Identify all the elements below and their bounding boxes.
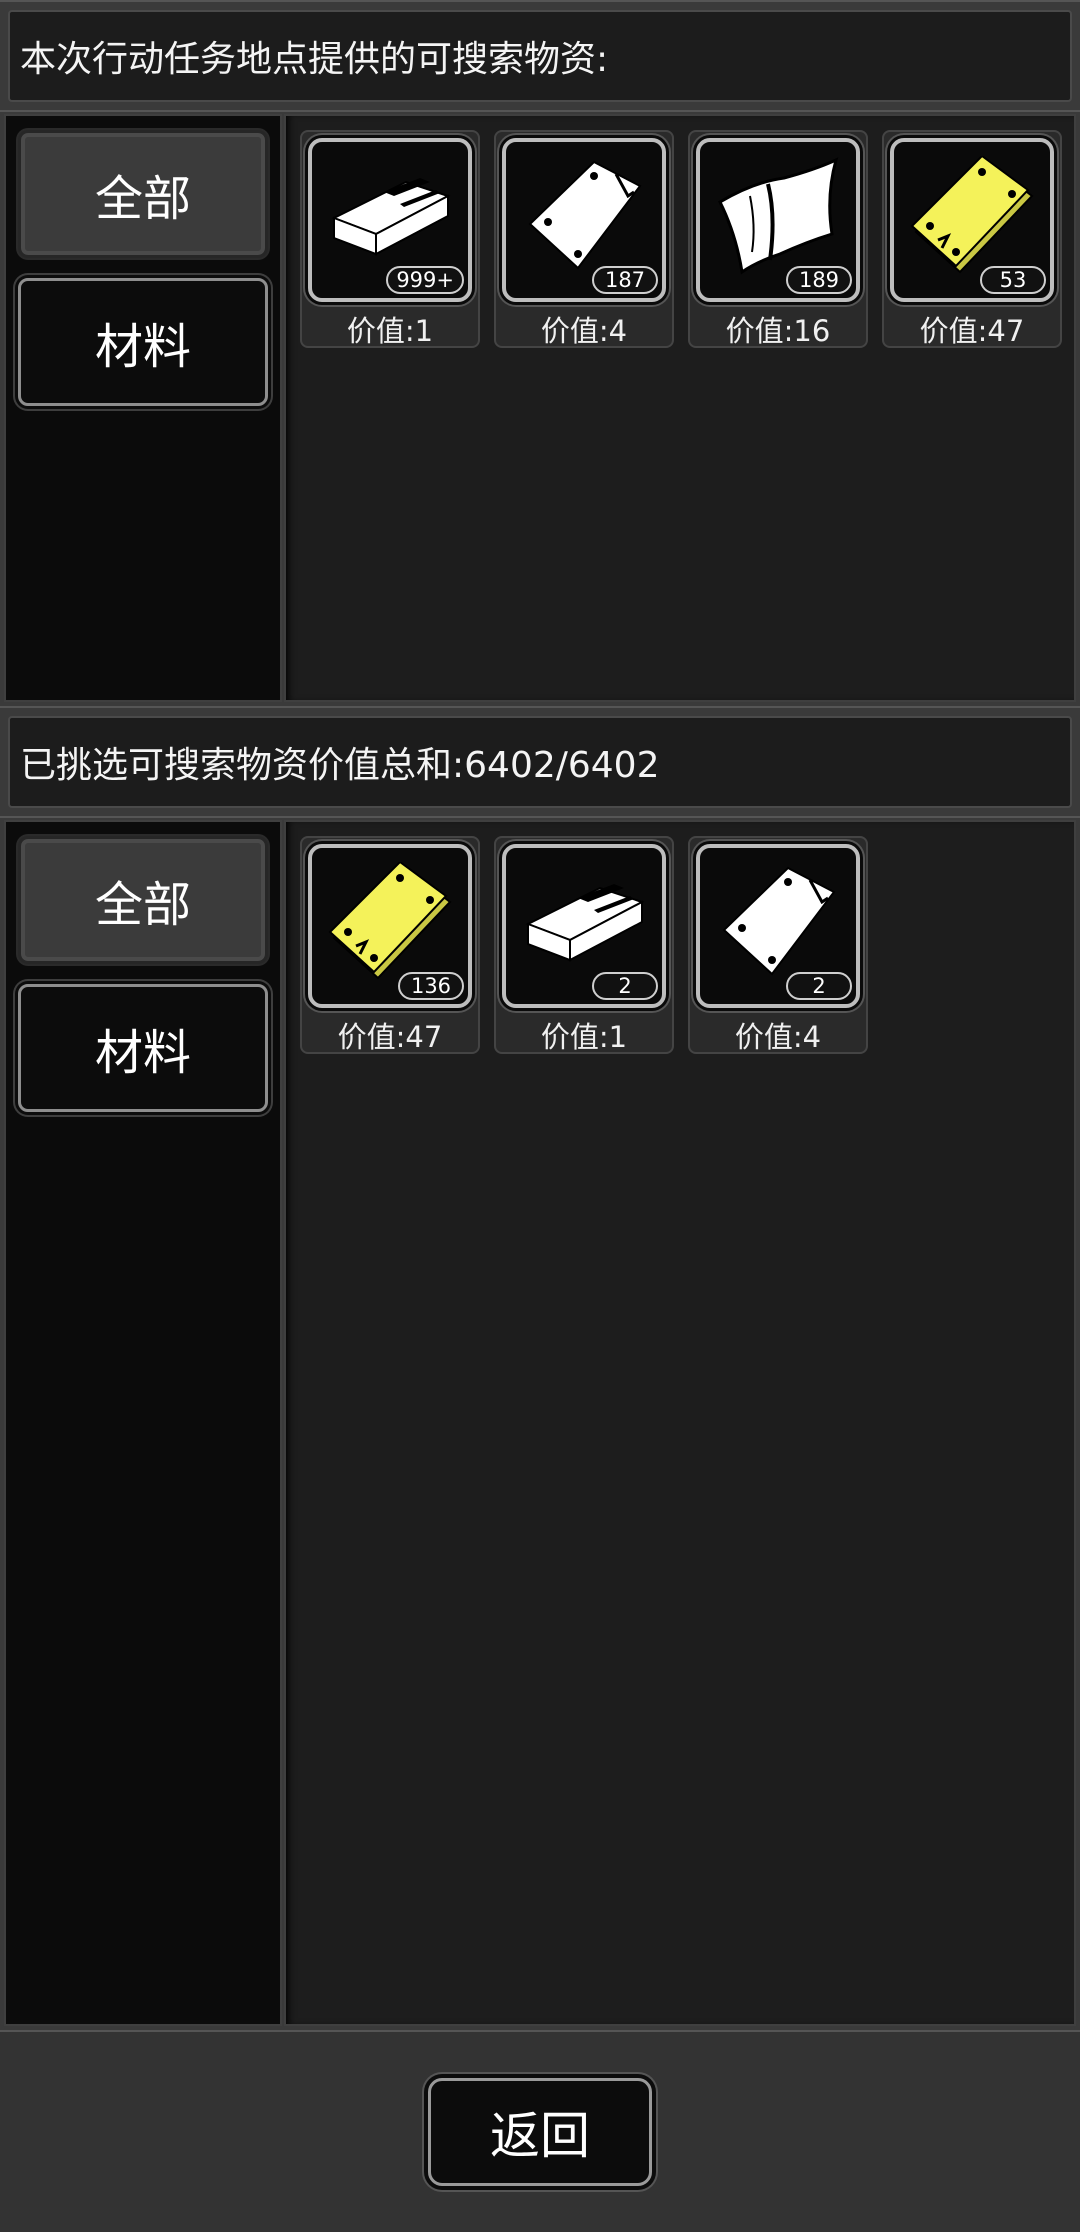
item-value-label: 价值:4	[734, 1020, 822, 1054]
tab-materials-available[interactable]: 材料	[18, 278, 268, 406]
tab-materials-selected[interactable]: 材料	[18, 984, 268, 1112]
item-icon-frame: 53	[890, 138, 1054, 302]
item-value-label: 价值:47	[919, 314, 1025, 348]
available-supplies-header: 本次行动任务地点提供的可搜索物资:	[0, 0, 1080, 112]
item-card[interactable]: 2 价值:4	[688, 836, 868, 1054]
selected-supplies-header: 已挑选可搜索物资价值总和:6402/6402	[0, 706, 1080, 818]
item-quantity-badge: 136	[398, 972, 464, 1000]
selected-filter-sidebar: 全部 材料	[4, 820, 282, 2026]
back-button[interactable]: 返回	[428, 2078, 652, 2186]
item-value-label: 价值:16	[725, 314, 831, 348]
item-card[interactable]: 136 价值:47	[300, 836, 480, 1054]
item-icon-frame: 187	[502, 138, 666, 302]
item-icon-frame: 136	[308, 844, 472, 1008]
available-filter-sidebar: 全部 材料	[4, 114, 282, 702]
selected-items-grid: 136 价值:47 2 价值:1 2 价值:4	[284, 820, 1076, 2026]
item-value-label: 价值:4	[540, 314, 628, 348]
item-icon-frame: 2	[502, 844, 666, 1008]
item-value-label: 价值:1	[540, 1020, 628, 1054]
footer-bar: 返回	[0, 2030, 1080, 2232]
available-items-grid: 999+ 价值:1 187 价值:4 189 价值:16 53 价值:47	[284, 114, 1076, 702]
item-quantity-badge: 187	[592, 266, 658, 294]
item-icon-frame: 189	[696, 138, 860, 302]
item-quantity-badge: 999+	[386, 266, 464, 294]
selected-supplies-panel: 全部 材料 136 价值:47 2 价值:1 2 价值:4	[0, 818, 1080, 2030]
item-quantity-badge: 53	[980, 266, 1046, 294]
item-card[interactable]: 999+ 价值:1	[300, 130, 480, 348]
tab-all-available[interactable]: 全部	[18, 130, 268, 258]
item-icon-frame: 999+	[308, 138, 472, 302]
item-card[interactable]: 53 价值:47	[882, 130, 1062, 348]
available-supplies-title: 本次行动任务地点提供的可搜索物资:	[8, 10, 1072, 102]
item-value-label: 价值:47	[337, 1020, 443, 1054]
item-value-label: 价值:1	[346, 314, 434, 348]
item-icon-frame: 2	[696, 844, 860, 1008]
tab-all-selected[interactable]: 全部	[18, 836, 268, 964]
available-supplies-panel: 全部 材料 999+ 价值:1 187 价值:4 189 价值:16 53 价值:47	[0, 112, 1080, 706]
item-card[interactable]: 187 价值:4	[494, 130, 674, 348]
item-quantity-badge: 2	[786, 972, 852, 1000]
item-card[interactable]: 2 价值:1	[494, 836, 674, 1054]
item-quantity-badge: 189	[786, 266, 852, 294]
selected-value-total: 已挑选可搜索物资价值总和:6402/6402	[8, 716, 1072, 808]
game-screen: 本次行动任务地点提供的可搜索物资: 全部 材料 999+ 价值:1 187 价值:4 1…	[0, 0, 1080, 2232]
item-card[interactable]: 189 价值:16	[688, 130, 868, 348]
item-quantity-badge: 2	[592, 972, 658, 1000]
